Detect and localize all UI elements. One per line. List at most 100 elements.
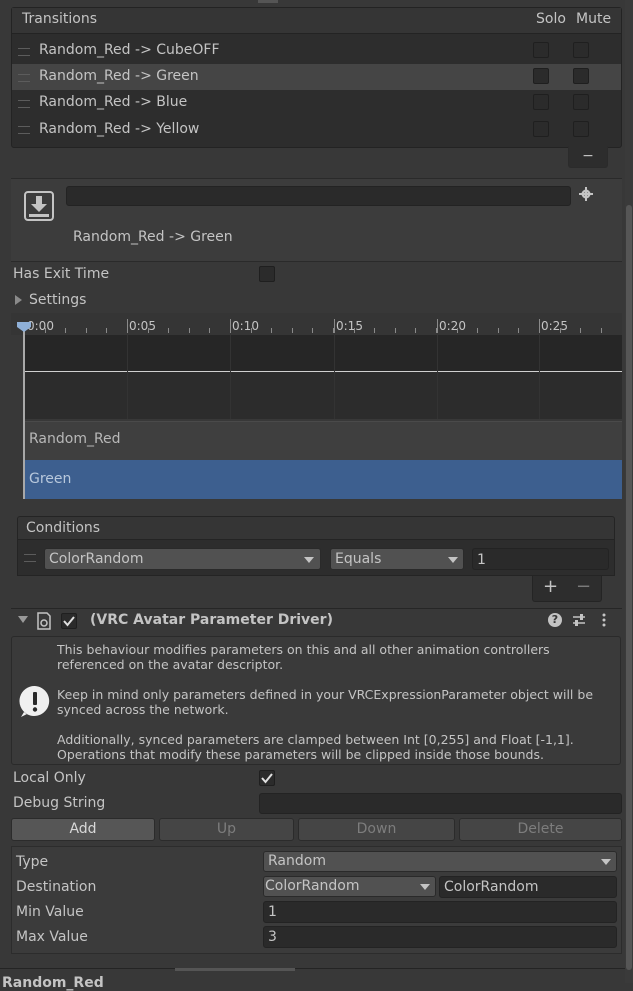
mute-column-label: Mute [576, 11, 612, 27]
major-tick [334, 319, 335, 333]
drag-handle-icon[interactable] [18, 48, 30, 56]
condition-value-text: 1 [477, 552, 486, 568]
solo-checkbox[interactable] [533, 121, 549, 137]
chevron-down-icon [420, 884, 430, 890]
divider [0, 968, 625, 969]
minor-tick [209, 328, 210, 333]
local-only-checkbox[interactable] [259, 770, 275, 786]
drag-handle-icon[interactable] [24, 554, 36, 562]
minor-tick [106, 328, 107, 333]
playhead-line[interactable] [23, 322, 25, 499]
component-title: (VRC Avatar Parameter Driver) [90, 612, 333, 628]
settings-foldout-label[interactable]: Settings [29, 292, 86, 308]
debug-string-field[interactable] [259, 793, 622, 814]
warning-text-line: Keep in mind only parameters defined in … [57, 687, 594, 702]
presets-icon[interactable] [572, 613, 586, 627]
type-dropdown[interactable]: Random [263, 851, 617, 872]
clamp-text-line: Additionally, synced parameters are clam… [57, 732, 574, 747]
minor-tick [148, 328, 149, 333]
more-menu-icon[interactable] [601, 613, 607, 627]
timeline-track-area[interactable] [23, 335, 622, 419]
minor-tick [271, 328, 272, 333]
source-state-bar[interactable]: Random_Red [23, 421, 622, 460]
gear-icon[interactable] [579, 187, 593, 201]
scrollbar-thumb[interactable] [626, 205, 632, 970]
playhead-marker-icon[interactable] [17, 320, 31, 332]
transitions-panel: Transitions Solo Mute Random_Red -> Cube… [11, 7, 622, 148]
max-value-field[interactable]: 3 [263, 926, 617, 948]
solo-checkbox[interactable] [533, 42, 549, 58]
condition-value-field[interactable]: 1 [472, 548, 609, 570]
transition-row-selected[interactable]: Random_Red -> Green [12, 64, 621, 90]
minor-tick [457, 328, 458, 333]
mute-checkbox[interactable] [573, 68, 589, 84]
minor-tick [436, 328, 437, 333]
transition-label: Random_Red -> Yellow [39, 121, 200, 137]
scrollbar-stub [258, 0, 278, 3]
transition-label: Random_Red -> CubeOFF [39, 42, 220, 58]
chevron-down-icon [448, 557, 458, 563]
minor-tick [374, 328, 375, 333]
remove-transition-button[interactable]: − [568, 146, 608, 168]
condition-mode-dropdown[interactable]: Equals [330, 548, 464, 570]
add-condition-button[interactable]: + [543, 576, 558, 597]
destination-state-bar[interactable]: Green [23, 460, 622, 499]
solo-checkbox[interactable] [533, 68, 549, 84]
tick-label: 0:15 [336, 319, 363, 333]
minor-tick [251, 328, 252, 333]
tick-label: 0:20 [439, 319, 466, 333]
minor-tick [560, 328, 561, 333]
grid-line [437, 335, 438, 419]
info-text-line: This behaviour modifies parameters on th… [57, 642, 550, 657]
drag-handle-icon[interactable] [18, 126, 30, 134]
move-down-button[interactable]: Down [298, 818, 455, 841]
transition-curve-line [23, 371, 622, 372]
remove-condition-button[interactable]: − [576, 576, 591, 597]
max-value-label: Max Value [16, 929, 88, 945]
drag-handle-icon[interactable] [18, 74, 30, 82]
component-foldout-icon[interactable] [18, 616, 28, 623]
mute-checkbox[interactable] [573, 42, 589, 58]
has-exit-time-label: Has Exit Time [13, 266, 110, 282]
minor-tick [477, 328, 478, 333]
destination-field[interactable]: ColorRandom [439, 876, 617, 898]
delete-parameter-button[interactable]: Delete [459, 818, 622, 841]
chevron-down-icon [304, 557, 314, 563]
clamp-text-line: Operations that modify these parameters … [57, 747, 544, 762]
tick-label: 0:10 [232, 319, 259, 333]
has-exit-time-checkbox[interactable] [259, 266, 275, 282]
move-up-button[interactable]: Up [159, 818, 294, 841]
minor-tick [580, 328, 581, 333]
transition-title: Random_Red -> Green [73, 229, 233, 245]
transition-row[interactable]: Random_Red -> CubeOFF [12, 38, 621, 64]
condition-parameter-value: ColorRandom [49, 551, 144, 567]
minor-tick [312, 328, 313, 333]
settings-foldout-icon[interactable] [15, 295, 22, 305]
help-icon[interactable]: ? [548, 613, 562, 627]
condition-parameter-dropdown[interactable]: ColorRandom [44, 548, 321, 570]
add-parameter-button[interactable]: Add [11, 818, 155, 841]
drag-handle-icon[interactable] [18, 100, 30, 108]
timeline-ruler[interactable] [11, 313, 622, 335]
transition-icon [24, 191, 54, 221]
minor-tick [395, 328, 396, 333]
component-enabled-checkbox[interactable] [61, 613, 77, 629]
splitter-handle[interactable] [175, 968, 295, 971]
mute-checkbox[interactable] [573, 94, 589, 110]
debug-string-label: Debug String [13, 795, 106, 811]
minor-tick [45, 328, 46, 333]
transition-row[interactable]: Random_Red -> Yellow [12, 116, 621, 142]
transition-name-field[interactable] [66, 186, 571, 206]
destination-dropdown[interactable]: ColorRandom [263, 876, 436, 897]
transition-row[interactable]: Random_Red -> Blue [12, 90, 621, 116]
minor-tick [127, 328, 128, 333]
destination-dropdown-value: ColorRandom [265, 878, 360, 894]
divider [11, 608, 622, 609]
footer-state-name: Random_Red [2, 975, 104, 991]
max-value-text: 3 [268, 929, 277, 945]
solo-checkbox[interactable] [533, 94, 549, 110]
scrollbar-track[interactable] [625, 0, 633, 983]
min-value-field[interactable]: 1 [263, 901, 617, 923]
mute-checkbox[interactable] [573, 121, 589, 137]
minor-tick [415, 328, 416, 333]
